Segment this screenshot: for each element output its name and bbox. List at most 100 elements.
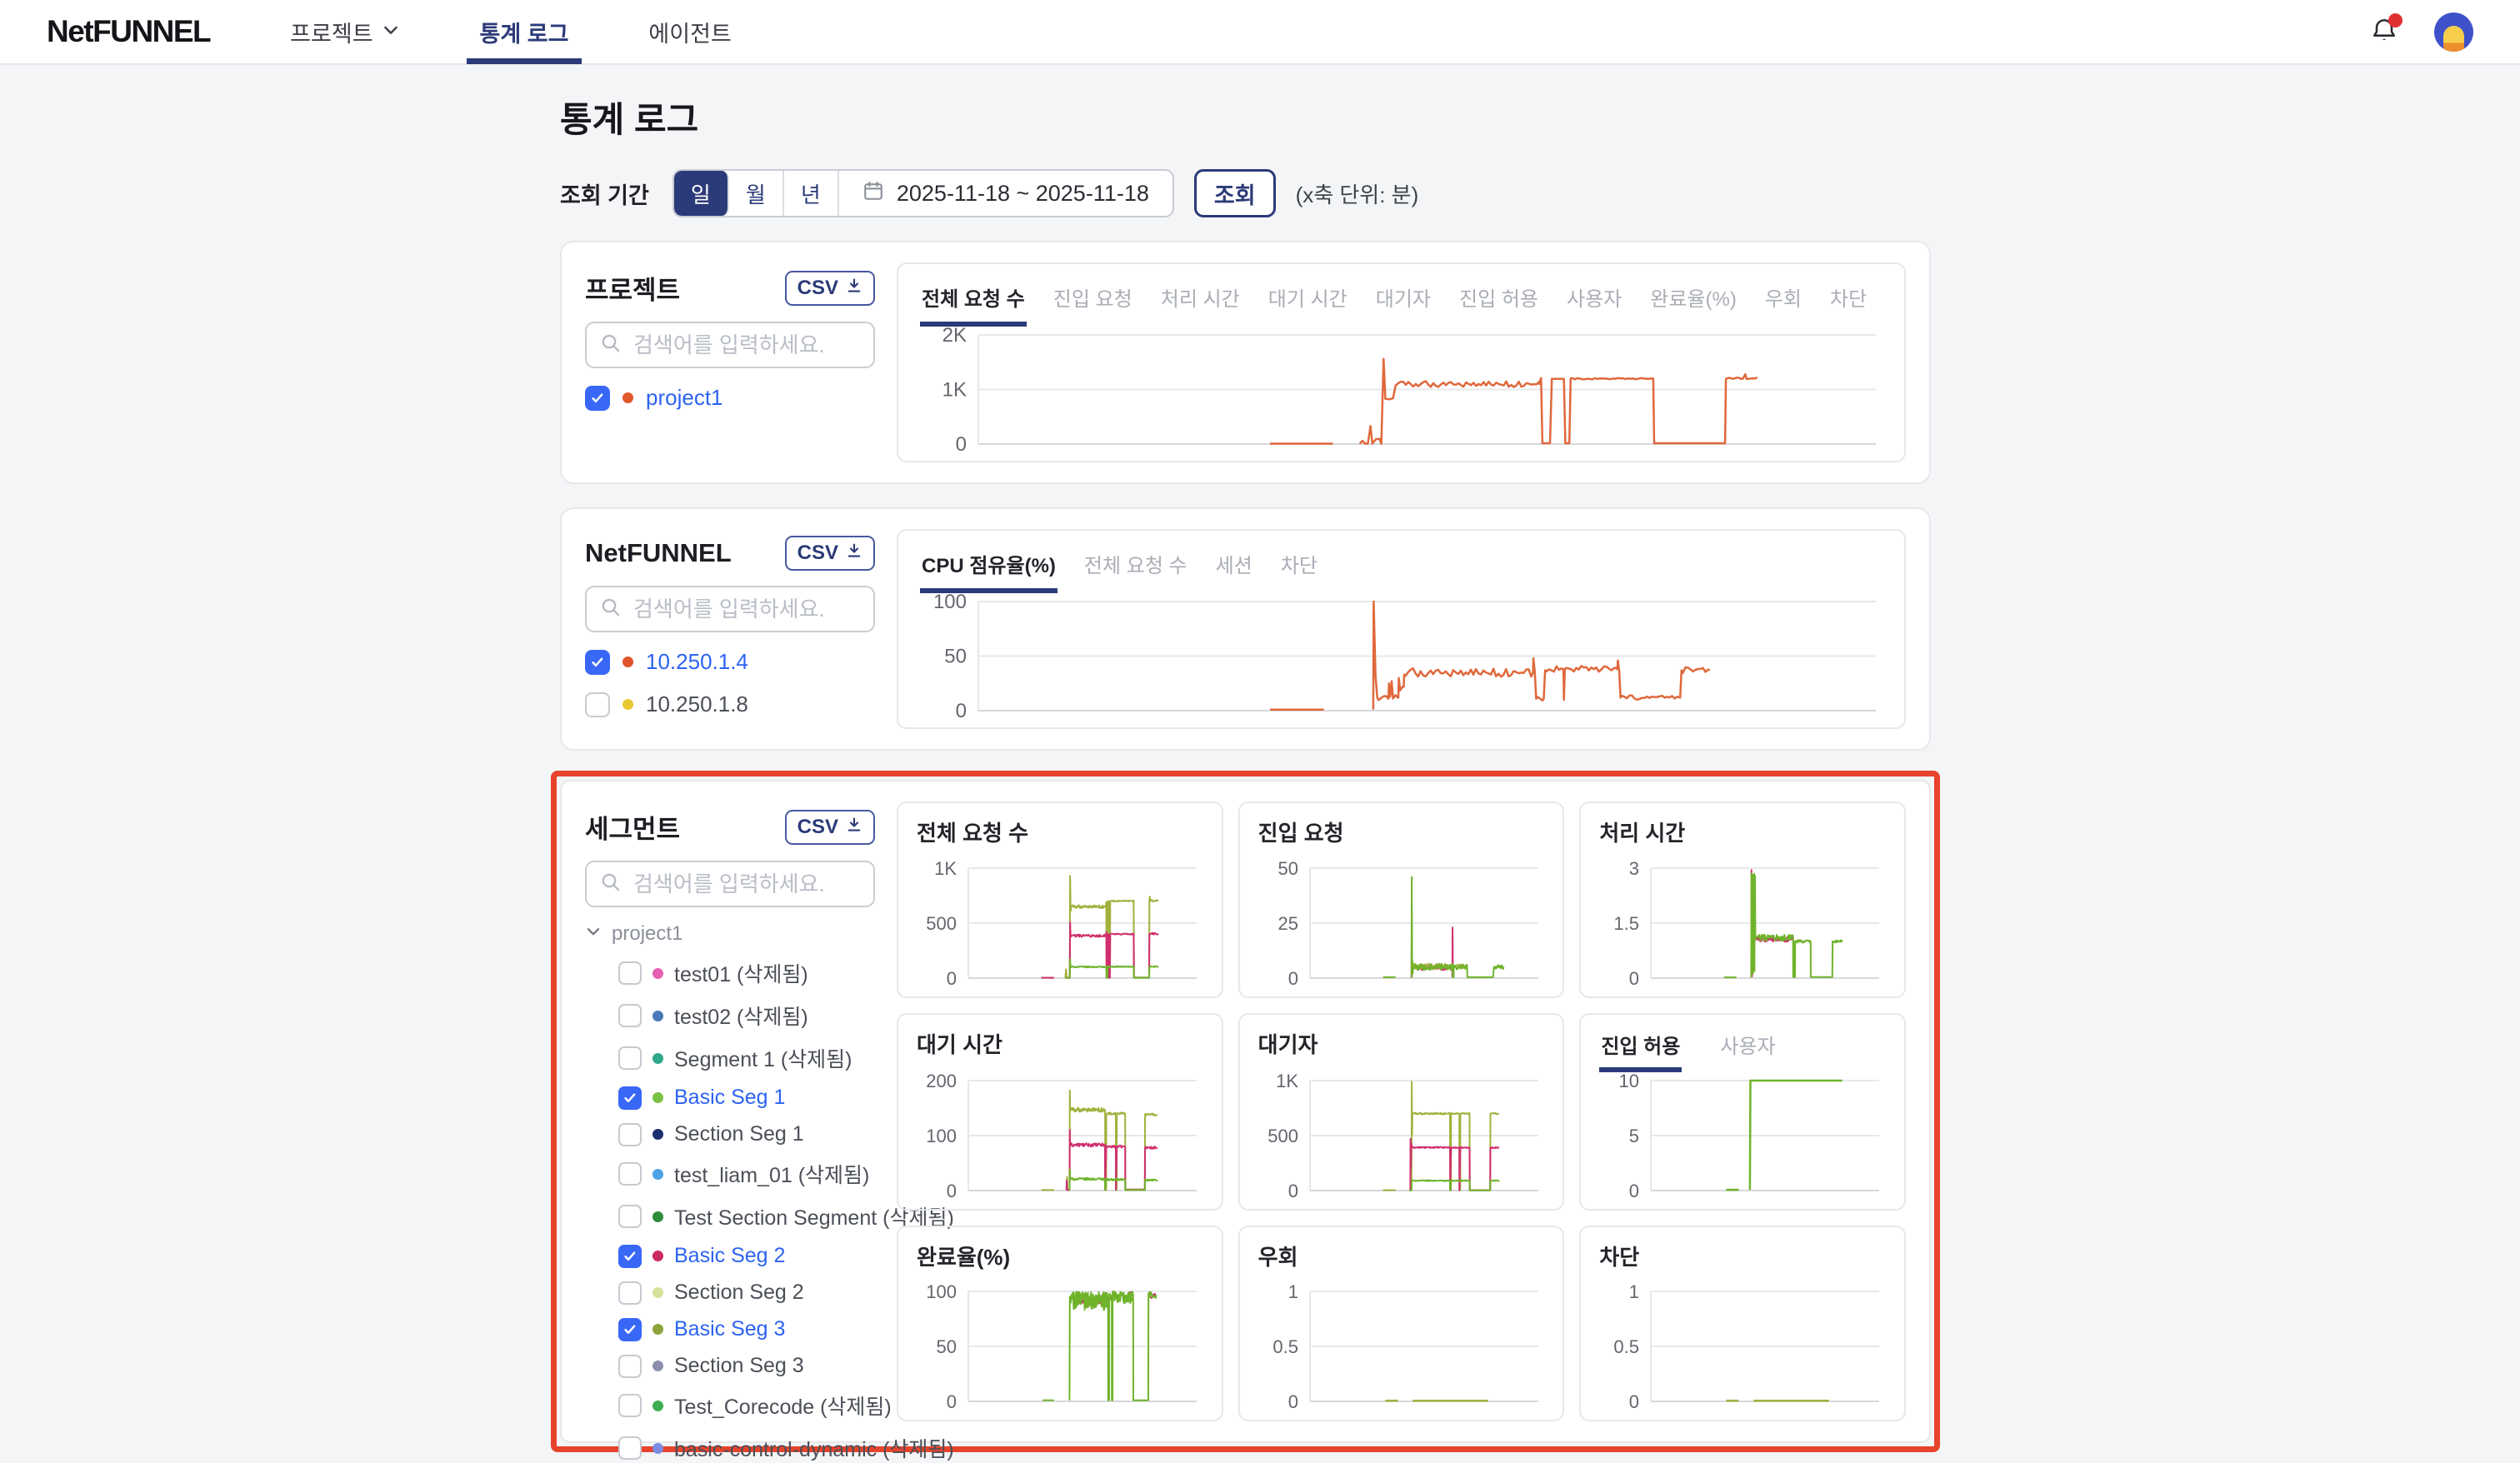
list-item[interactable]: project1: [585, 385, 875, 411]
chart-tab[interactable]: 차단: [1279, 542, 1319, 593]
checkbox[interactable]: [585, 650, 610, 675]
segment-csv-download-button[interactable]: CSV: [785, 810, 875, 845]
checkbox[interactable]: [618, 1318, 642, 1341]
checkbox[interactable]: [618, 1436, 642, 1460]
list-item[interactable]: Basic Seg 1: [618, 1086, 875, 1110]
avatar[interactable]: [2434, 12, 2473, 52]
checkbox[interactable]: [618, 1205, 642, 1228]
series-color-dot: [622, 657, 633, 667]
item-label[interactable]: Section Seg 3: [674, 1354, 804, 1378]
total-requests-chart: 1K5000: [917, 860, 1203, 985]
chart-tab[interactable]: 세션: [1214, 542, 1254, 593]
date-range-picker[interactable]: 2025-11-18 ~ 2025-11-18: [839, 171, 1172, 216]
checkbox[interactable]: [618, 1245, 642, 1268]
checkbox[interactable]: [618, 1004, 642, 1027]
chart-tab[interactable]: 처리 시간: [1159, 276, 1242, 327]
chart-tab[interactable]: 사용자: [1718, 1028, 1777, 1072]
project-search-input[interactable]: [632, 332, 860, 359]
list-item[interactable]: test02 (삭제됨): [618, 1001, 875, 1031]
chart-tab[interactable]: 진입 허용: [1458, 276, 1540, 327]
blocked-chart: 10.50: [1599, 1283, 1886, 1408]
chart-tab[interactable]: 대기자: [1374, 276, 1432, 327]
project-search-box: [585, 322, 875, 368]
svg-text:0.5: 0.5: [1272, 1336, 1298, 1357]
entry-requests-chart: 50250: [1258, 860, 1545, 985]
item-label[interactable]: test_liam_01 (삭제됨): [674, 1159, 869, 1189]
nav-item-agent[interactable]: 에이전트: [648, 0, 731, 64]
list-item[interactable]: basic-control-dynamic (삭제됨): [618, 1433, 875, 1463]
list-item[interactable]: test_liam_01 (삭제됨): [618, 1159, 875, 1189]
netfunnel-search-input[interactable]: [632, 596, 860, 623]
tree-node-project1[interactable]: project1: [585, 922, 875, 946]
bypass-chart: 10.50: [1258, 1283, 1545, 1408]
period-month-button[interactable]: 월: [729, 171, 784, 216]
item-label[interactable]: test01 (삭제됨): [674, 958, 808, 988]
list-item[interactable]: test01 (삭제됨): [618, 958, 875, 988]
netfunnel-chart-card: CPU 점유율(%)전체 요청 수세션차단 100500: [897, 529, 1906, 729]
chart-tab[interactable]: 전체 요청 수: [1082, 542, 1189, 593]
notification-bell-icon[interactable]: [2369, 15, 2401, 48]
chart-card-processing-time: 처리 시간 31.50: [1579, 801, 1906, 998]
item-label[interactable]: Basic Seg 1: [674, 1086, 785, 1110]
item-label[interactable]: Test_Corecode (삭제됨): [674, 1391, 892, 1421]
checkbox[interactable]: [618, 1394, 642, 1417]
chart-tab[interactable]: 대기 시간: [1267, 276, 1349, 327]
chart-tab[interactable]: 사용자: [1565, 276, 1623, 327]
item-label[interactable]: basic-control-dynamic (삭제됨): [674, 1433, 954, 1463]
checkbox[interactable]: [618, 1086, 642, 1110]
query-button[interactable]: 조회: [1194, 169, 1276, 217]
item-label[interactable]: project1: [646, 385, 723, 411]
list-item[interactable]: Section Seg 1: [618, 1122, 875, 1146]
series-color-dot: [652, 1287, 663, 1298]
item-label[interactable]: Segment 1 (삭제됨): [674, 1043, 852, 1073]
item-label[interactable]: 10.250.1.8: [646, 692, 748, 717]
chart-tab[interactable]: 전체 요청 수: [920, 276, 1027, 327]
item-label[interactable]: Section Seg 2: [674, 1281, 804, 1305]
chart-tab[interactable]: 차단: [1828, 276, 1868, 327]
project-csv-download-button[interactable]: CSV: [785, 271, 875, 306]
item-label[interactable]: 10.250.1.4: [646, 649, 748, 675]
list-item[interactable]: Section Seg 3: [618, 1354, 875, 1378]
list-item[interactable]: Section Seg 2: [618, 1281, 875, 1305]
chart-tab[interactable]: 우회: [1763, 276, 1803, 327]
search-icon: [600, 871, 622, 897]
nav-item-stats-log[interactable]: 통계 로그: [480, 0, 569, 64]
checkbox[interactable]: [585, 692, 610, 717]
nav-item-projects[interactable]: 프로젝트: [290, 0, 399, 64]
checkbox[interactable]: [618, 961, 642, 985]
checkbox[interactable]: [585, 386, 610, 411]
list-item[interactable]: Test_Corecode (삭제됨): [618, 1391, 875, 1421]
item-label[interactable]: Basic Seg 2: [674, 1244, 785, 1268]
checkbox[interactable]: [618, 1355, 642, 1378]
checkbox[interactable]: [618, 1123, 642, 1146]
checkbox[interactable]: [618, 1162, 642, 1186]
item-label[interactable]: Basic Seg 3: [674, 1317, 785, 1341]
list-item[interactable]: Segment 1 (삭제됨): [618, 1043, 875, 1073]
chart-card-total-requests: 전체 요청 수 1K5000: [897, 801, 1223, 998]
list-item[interactable]: Basic Seg 3: [618, 1317, 875, 1341]
svg-text:1K: 1K: [942, 379, 967, 402]
chart-tab[interactable]: 진입 요청: [1052, 276, 1134, 327]
svg-text:0: 0: [956, 700, 967, 717]
item-label[interactable]: Section Seg 1: [674, 1122, 804, 1146]
chart-tab[interactable]: 완료율(%): [1648, 276, 1738, 327]
netfunnel-csv-download-button[interactable]: CSV: [785, 536, 875, 571]
period-year-button[interactable]: 년: [784, 171, 839, 216]
checkbox[interactable]: [618, 1281, 642, 1305]
svg-text:50: 50: [944, 646, 967, 668]
chart-tab[interactable]: 진입 허용: [1599, 1028, 1682, 1072]
segment-search-input[interactable]: [632, 871, 860, 898]
list-item[interactable]: 10.250.1.4: [585, 649, 875, 675]
segment-chart-grid: 전체 요청 수 1K5000 진입 요청 50250 처리 시간 31.50 대…: [897, 801, 1906, 1421]
nav-right: [2369, 12, 2473, 52]
list-item[interactable]: Test Section Segment (삭제됨): [618, 1201, 875, 1231]
series-color-dot: [652, 1324, 663, 1335]
period-day-button[interactable]: 일: [674, 171, 729, 216]
chart-tab[interactable]: CPU 점유율(%): [920, 542, 1058, 593]
list-item[interactable]: 10.250.1.8: [585, 692, 875, 717]
svg-text:50: 50: [1278, 860, 1298, 879]
list-item[interactable]: Basic Seg 2: [618, 1244, 875, 1268]
item-label[interactable]: test02 (삭제됨): [674, 1001, 808, 1031]
checkbox[interactable]: [618, 1046, 642, 1070]
highlight-border: 세그먼트 CSV: [551, 771, 1940, 1452]
